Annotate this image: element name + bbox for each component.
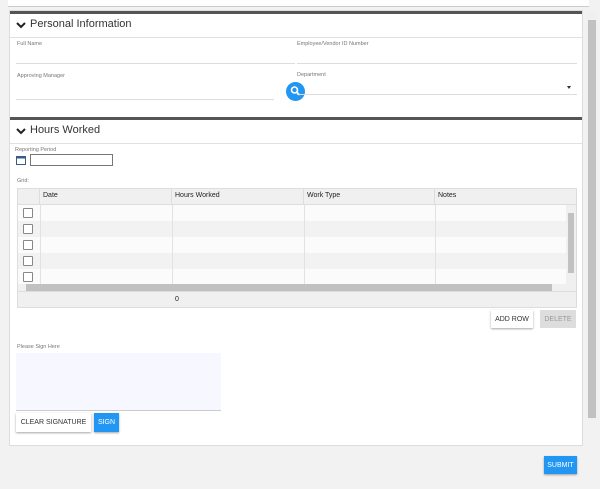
personal-info-header[interactable]: Personal Information (10, 11, 582, 38)
chevron-down-icon (16, 22, 26, 29)
employee-id-input[interactable] (297, 63, 577, 64)
signature-pad[interactable] (16, 353, 221, 411)
row-checkbox[interactable] (23, 240, 33, 250)
section-title: Personal Information (30, 18, 132, 30)
table-row (18, 221, 566, 237)
page-scrollbar[interactable] (587, 12, 597, 420)
grid-footer: 0 (18, 291, 576, 307)
signature-label: Please Sign Here (17, 344, 60, 350)
row-checkbox[interactable] (23, 224, 33, 234)
search-manager-button[interactable] (286, 82, 305, 101)
column-header-notes[interactable]: Notes (435, 189, 576, 205)
full-name-label: Full Name (17, 41, 43, 47)
clear-signature-button[interactable]: CLEAR SIGNATURE (16, 413, 91, 432)
top-strip (8, 0, 589, 7)
sign-button[interactable]: SIGN (94, 413, 119, 432)
chevron-down-icon (16, 128, 26, 135)
reporting-period-label: Reporting Period (15, 147, 57, 153)
column-header-date[interactable]: Date (40, 189, 172, 205)
reporting-period-input[interactable] (30, 154, 113, 166)
column-header-hours[interactable]: Hours Worked (172, 189, 304, 205)
submit-button[interactable]: SUBMIT (544, 456, 577, 474)
grid-horizontal-scrollbar[interactable] (18, 284, 576, 291)
table-row (18, 269, 566, 285)
column-header-work-type[interactable]: Work Type (304, 189, 435, 205)
grid-vertical-scrollbar[interactable] (566, 205, 576, 285)
row-checkbox[interactable] (23, 256, 33, 266)
total-hours: 0 (175, 296, 179, 303)
department-select[interactable] (297, 94, 577, 95)
department-label: Department (297, 72, 326, 78)
grid-label: Grid: (17, 178, 29, 184)
table-row (18, 237, 566, 253)
add-row-button[interactable]: ADD ROW (491, 310, 533, 328)
table-row (18, 253, 566, 269)
manager-input[interactable] (16, 99, 274, 100)
calendar-icon[interactable] (16, 155, 26, 165)
row-checkbox[interactable] (23, 208, 33, 218)
section-title: Hours Worked (30, 124, 101, 136)
row-checkbox[interactable] (23, 272, 33, 282)
search-icon (290, 86, 301, 96)
hours-worked-header[interactable]: Hours Worked (10, 117, 582, 144)
dropdown-arrow-icon (567, 86, 571, 89)
delete-button[interactable]: DELETE (540, 310, 576, 328)
hours-grid: Date Hours Worked Work Type Notes 0 (17, 188, 577, 308)
full-name-input[interactable] (16, 63, 295, 64)
employee-id-label: Employee/Vendor ID Number (297, 41, 369, 47)
table-row (18, 205, 566, 221)
select-column-header (18, 189, 40, 205)
manager-label: Approving Manager (17, 73, 66, 79)
form-panel: Personal Information Full Name Employee/… (9, 10, 583, 446)
